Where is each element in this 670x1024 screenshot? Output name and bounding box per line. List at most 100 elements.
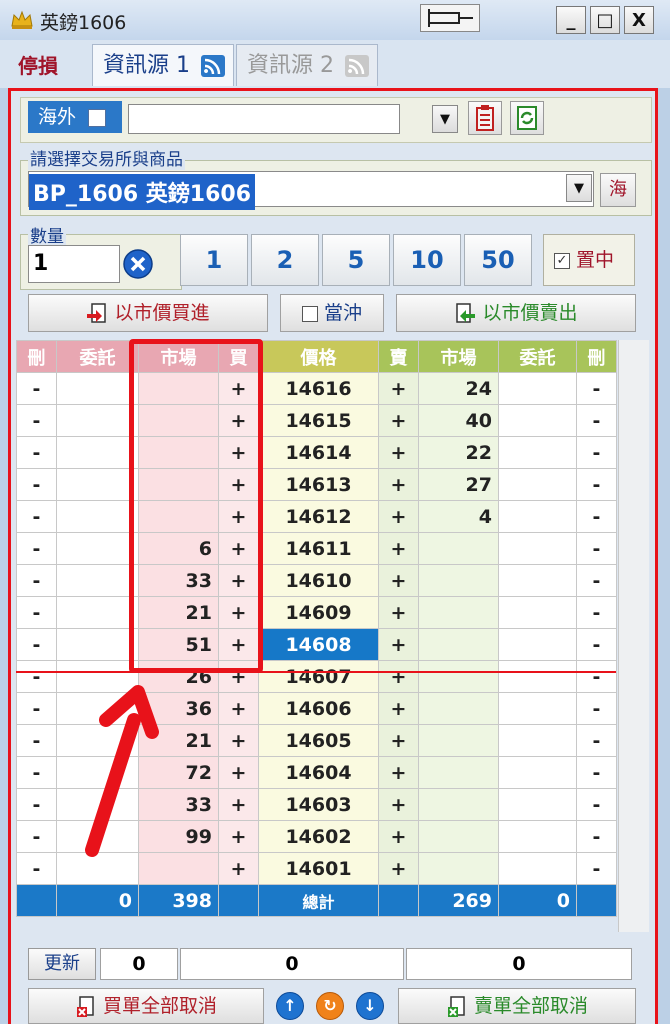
delete-sell-cell[interactable]: - xyxy=(576,852,617,885)
delete-sell-cell[interactable]: - xyxy=(576,692,617,725)
sell-market-button[interactable]: 以市價賣出 xyxy=(396,294,636,332)
entrust-buy-cell[interactable] xyxy=(56,468,139,501)
tab-source-1[interactable]: 資訊源 1 xyxy=(92,44,234,86)
delete-buy-cell[interactable]: - xyxy=(16,404,57,437)
minimize-button[interactable]: _ xyxy=(556,6,586,34)
sell-cell[interactable]: + xyxy=(378,500,419,533)
cancel-all-buy-button[interactable]: 買單全部取消 xyxy=(28,988,264,1024)
delete-buy-cell[interactable]: - xyxy=(16,692,57,725)
exchange-dropdown-button[interactable]: ▼ xyxy=(432,105,458,133)
entrust-buy-cell[interactable] xyxy=(56,404,139,437)
delete-sell-cell[interactable]: - xyxy=(576,436,617,469)
entrust-buy-cell[interactable] xyxy=(56,372,139,405)
delete-buy-cell[interactable]: - xyxy=(16,468,57,501)
delete-sell-cell[interactable]: - xyxy=(576,500,617,533)
buy-market-button[interactable]: 以市價買進 xyxy=(28,294,268,332)
ladder-scrollbar[interactable] xyxy=(618,340,649,932)
overseas-toggle[interactable]: 海外 xyxy=(28,101,122,133)
delete-buy-cell[interactable]: - xyxy=(16,660,57,693)
entrust-sell-cell[interactable] xyxy=(498,852,577,885)
close-button[interactable]: X xyxy=(624,6,654,34)
sell-cell[interactable]: + xyxy=(378,532,419,565)
entrust-buy-cell[interactable] xyxy=(56,532,139,565)
recenter-button[interactable]: ↻ xyxy=(316,992,344,1020)
delete-sell-cell[interactable]: - xyxy=(576,564,617,597)
qty-preset-5[interactable]: 5 xyxy=(322,234,390,286)
entrust-sell-cell[interactable] xyxy=(498,788,577,821)
sell-cell[interactable]: + xyxy=(378,564,419,597)
quantity-input[interactable]: 1 xyxy=(28,245,120,283)
daytrade-checkbox[interactable] xyxy=(301,305,318,322)
qty-preset-10[interactable]: 10 xyxy=(393,234,461,286)
sell-cell[interactable]: + xyxy=(378,852,419,885)
delete-sell-cell[interactable]: - xyxy=(576,596,617,629)
clear-icon[interactable] xyxy=(122,248,154,280)
delete-buy-cell[interactable]: - xyxy=(16,436,57,469)
sell-cell[interactable]: + xyxy=(378,468,419,501)
entrust-sell-cell[interactable] xyxy=(498,500,577,533)
center-toggle[interactable]: ✓ 置中 xyxy=(543,234,635,286)
delete-buy-cell[interactable]: - xyxy=(16,500,57,533)
sell-cell[interactable]: + xyxy=(378,660,419,693)
refresh-button[interactable]: 更新 xyxy=(28,948,96,980)
entrust-sell-cell[interactable] xyxy=(498,404,577,437)
entrust-buy-cell[interactable] xyxy=(56,596,139,629)
sell-cell[interactable]: + xyxy=(378,692,419,725)
buy-cell[interactable]: + xyxy=(218,820,259,853)
entrust-sell-cell[interactable] xyxy=(498,724,577,757)
delete-sell-cell[interactable]: - xyxy=(576,724,617,757)
entrust-buy-cell[interactable] xyxy=(56,628,139,661)
overseas-product-button[interactable]: 海 xyxy=(600,173,636,207)
delete-buy-cell[interactable]: - xyxy=(16,788,57,821)
entrust-buy-cell[interactable] xyxy=(56,564,139,597)
delete-sell-cell[interactable]: - xyxy=(576,788,617,821)
entrust-sell-cell[interactable] xyxy=(498,532,577,565)
tab-source-2[interactable]: 資訊源 2 xyxy=(236,44,378,86)
delete-sell-cell[interactable]: - xyxy=(576,372,617,405)
entrust-sell-cell[interactable] xyxy=(498,372,577,405)
sell-cell[interactable]: + xyxy=(378,372,419,405)
delete-buy-cell[interactable]: - xyxy=(16,820,57,853)
entrust-sell-cell[interactable] xyxy=(498,660,577,693)
delete-sell-cell[interactable]: - xyxy=(576,820,617,853)
delete-buy-cell[interactable]: - xyxy=(16,596,57,629)
tab-stoploss[interactable]: 停損 xyxy=(18,50,58,79)
sell-cell[interactable]: + xyxy=(378,628,419,661)
overseas-checkbox[interactable] xyxy=(88,108,107,127)
entrust-buy-cell[interactable] xyxy=(56,500,139,533)
buy-cell[interactable]: + xyxy=(218,852,259,885)
entrust-sell-cell[interactable] xyxy=(498,692,577,725)
buy-cell[interactable]: + xyxy=(218,756,259,789)
delete-sell-cell[interactable]: - xyxy=(576,532,617,565)
sell-cell[interactable]: + xyxy=(378,596,419,629)
qty-preset-50[interactable]: 50 xyxy=(464,234,532,286)
qty-preset-2[interactable]: 2 xyxy=(251,234,319,286)
center-checkbox[interactable]: ✓ xyxy=(554,252,570,269)
daytrade-toggle[interactable]: 當沖 xyxy=(280,294,384,332)
refresh-data-button[interactable] xyxy=(510,101,544,135)
sell-cell[interactable]: + xyxy=(378,404,419,437)
exchange-combo[interactable] xyxy=(128,104,400,134)
delete-sell-cell[interactable]: - xyxy=(576,628,617,661)
entrust-sell-cell[interactable] xyxy=(498,468,577,501)
sell-cell[interactable]: + xyxy=(378,724,419,757)
scroll-up-button[interactable]: ↑ xyxy=(276,992,304,1020)
scroll-down-button[interactable]: ↓ xyxy=(356,992,384,1020)
entrust-sell-cell[interactable] xyxy=(498,820,577,853)
delete-buy-cell[interactable]: - xyxy=(16,628,57,661)
product-dropdown-button[interactable]: ▼ xyxy=(566,174,592,202)
sell-cell[interactable]: + xyxy=(378,756,419,789)
entrust-sell-cell[interactable] xyxy=(498,756,577,789)
pin-button[interactable] xyxy=(420,4,480,32)
delete-buy-cell[interactable]: - xyxy=(16,724,57,757)
clipboard-button[interactable] xyxy=(468,101,502,135)
entrust-sell-cell[interactable] xyxy=(498,596,577,629)
delete-sell-cell[interactable]: - xyxy=(576,660,617,693)
cancel-all-sell-button[interactable]: 賣單全部取消 xyxy=(398,988,636,1024)
delete-sell-cell[interactable]: - xyxy=(576,468,617,501)
maximize-button[interactable]: □ xyxy=(590,6,620,34)
delete-buy-cell[interactable]: - xyxy=(16,532,57,565)
delete-buy-cell[interactable]: - xyxy=(16,564,57,597)
entrust-sell-cell[interactable] xyxy=(498,628,577,661)
delete-buy-cell[interactable]: - xyxy=(16,852,57,885)
